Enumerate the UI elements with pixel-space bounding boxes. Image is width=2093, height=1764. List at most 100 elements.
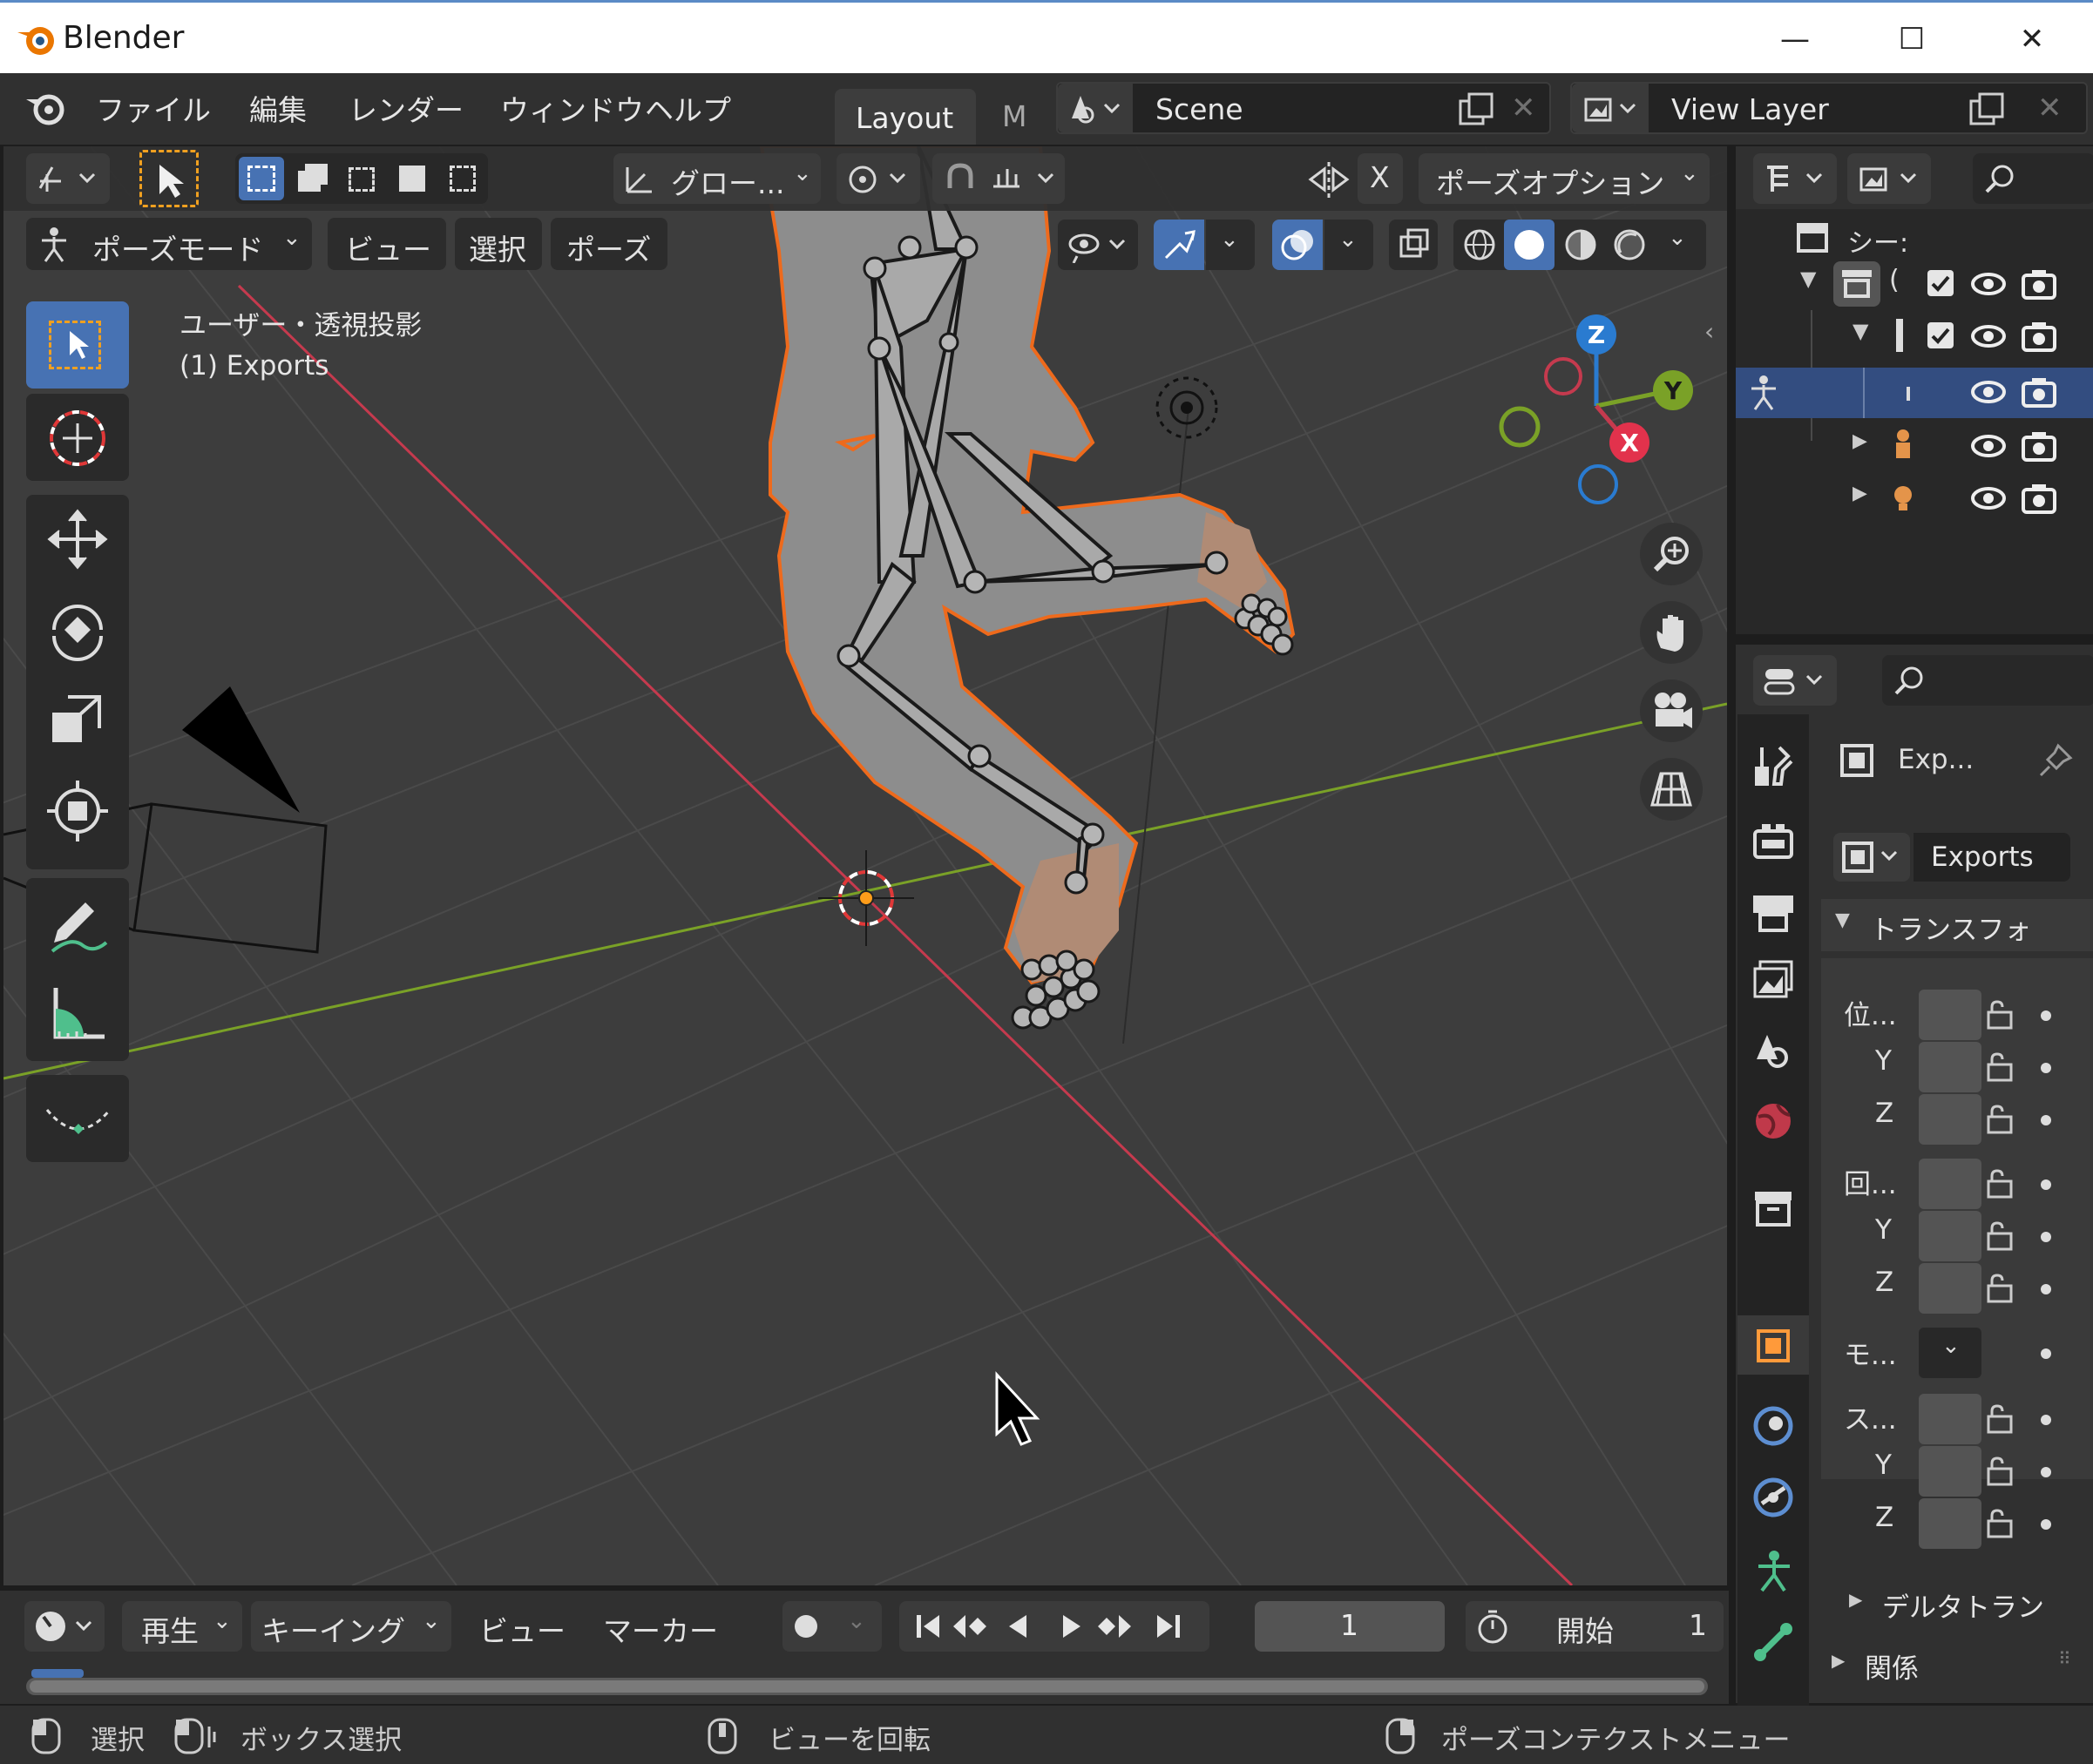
- eye-icon[interactable]: [1969, 267, 2008, 301]
- tab-modeling[interactable]: M: [1002, 99, 1026, 133]
- rotation-z-field[interactable]: [1919, 1263, 1981, 1314]
- visibility-dropdown[interactable]: [1058, 220, 1138, 270]
- menu-select[interactable]: 選択: [455, 218, 542, 270]
- outliner-row-camera[interactable]: ▶: [1736, 420, 2093, 472]
- keying-menu[interactable]: キーイング ⌄: [251, 1601, 451, 1652]
- pivot-point-dropdown[interactable]: [837, 153, 920, 204]
- material-shading-icon[interactable]: [1561, 226, 1600, 263]
- exclude-checkbox[interactable]: [1927, 270, 1954, 296]
- tool-select-box[interactable]: [26, 301, 129, 389]
- perspective-toggle-button[interactable]: [1640, 758, 1703, 821]
- outliner-row-armature-parent[interactable]: ▼: [1736, 310, 2093, 441]
- pin-icon[interactable]: [2035, 740, 2076, 781]
- delete-scene-icon[interactable]: ✕: [1511, 91, 1536, 125]
- render-camera-icon[interactable]: [2020, 375, 2058, 409]
- outliner-filter-dropdown[interactable]: [1847, 153, 1931, 204]
- outliner-search-field[interactable]: [1973, 153, 2093, 204]
- eye-icon[interactable]: [1969, 429, 2008, 463]
- rotation-x-field[interactable]: [1919, 1159, 1981, 1209]
- duplicate-scene-icon[interactable]: [1455, 91, 1499, 129]
- chevron-down-icon[interactable]: ⌄: [847, 1608, 866, 1634]
- rotation-y-field[interactable]: [1919, 1211, 1981, 1261]
- rotation-mode-dropdown[interactable]: ⌄: [1919, 1328, 1981, 1378]
- close-button[interactable]: ✕: [1971, 3, 2093, 76]
- collapse-arrow-icon[interactable]: ▶: [1853, 483, 1867, 504]
- bone-tab-icon[interactable]: [1750, 1620, 1797, 1667]
- menu-window[interactable]: ウィンドウ: [500, 87, 644, 129]
- collection-tab-icon[interactable]: [1750, 1185, 1797, 1232]
- view-layer-name[interactable]: View Layer: [1671, 92, 1829, 126]
- outliner-row-light[interactable]: ▶: [1736, 472, 2093, 524]
- annotate-icon[interactable]: [45, 890, 110, 955]
- tool-cursor[interactable]: [26, 394, 129, 481]
- location-z-field[interactable]: [1919, 1094, 1981, 1145]
- maximize-button[interactable]: ☐: [1851, 3, 1973, 76]
- outliner-display-mode-dropdown[interactable]: [1753, 153, 1837, 204]
- render-camera-icon[interactable]: [2020, 319, 2058, 354]
- menu-render[interactable]: レンダー: [349, 87, 464, 129]
- menu-pose[interactable]: ポーズ: [551, 218, 667, 270]
- world-tab-icon[interactable]: [1750, 1098, 1797, 1145]
- duplicate-view-layer-icon[interactable]: [1966, 91, 2009, 129]
- delete-view-layer-icon[interactable]: ✕: [2037, 91, 2063, 125]
- current-frame-field[interactable]: 1: [1255, 1601, 1445, 1652]
- playhead-indicator[interactable]: [31, 1669, 84, 1678]
- blender-menu-icon[interactable]: [24, 89, 68, 129]
- overlays-options-dropdown[interactable]: ⌄: [1324, 220, 1373, 270]
- scene-type-dropdown[interactable]: [1058, 84, 1133, 132]
- scene-collection-label[interactable]: シー:: [1847, 221, 1908, 260]
- pose-options-dropdown[interactable]: ポーズオプション ⌄: [1419, 153, 1710, 204]
- mirror-x-toggle[interactable]: X: [1358, 153, 1403, 204]
- gizmo-options-dropdown[interactable]: ⌄: [1206, 220, 1255, 270]
- render-camera-icon[interactable]: [2020, 429, 2058, 463]
- rotate-icon[interactable]: [45, 598, 110, 662]
- editor-type-dropdown[interactable]: [1753, 655, 1837, 706]
- render-camera-icon[interactable]: [2020, 481, 2058, 516]
- scale-z-field[interactable]: [1919, 1498, 1981, 1549]
- eye-icon[interactable]: [1969, 319, 2008, 354]
- object-browse-dropdown[interactable]: [1833, 833, 1910, 882]
- expand-arrow-icon[interactable]: ▼: [1853, 319, 1868, 343]
- scale-x-field[interactable]: [1919, 1394, 1981, 1444]
- view-layer-tab-icon[interactable]: [1750, 956, 1797, 1004]
- menu-help[interactable]: ヘルプ: [645, 87, 731, 129]
- snap-group[interactable]: [932, 153, 1065, 204]
- exclude-checkbox[interactable]: [1927, 322, 1954, 348]
- mode-selector[interactable]: ポーズモード ⌄: [26, 218, 312, 270]
- timeline-scrollbar-thumb[interactable]: [30, 1680, 1704, 1693]
- shading-chevron-icon[interactable]: ⌄: [1668, 225, 1687, 251]
- menu-view[interactable]: ビュー: [328, 218, 446, 270]
- mode-difference-button[interactable]: [390, 157, 436, 200]
- scale-y-field[interactable]: [1919, 1446, 1981, 1497]
- minimize-button[interactable]: —: [1734, 3, 1856, 76]
- relations-panel-header[interactable]: ▶ 関係 ⠿: [1821, 1638, 2093, 1690]
- tool-curve[interactable]: [26, 1075, 129, 1162]
- output-tab-icon[interactable]: [1750, 889, 1797, 936]
- mode-subtract-button[interactable]: [340, 157, 385, 200]
- scene-selector[interactable]: Scene ✕: [1056, 82, 1551, 134]
- zoom-button[interactable]: [1640, 523, 1703, 585]
- record-icon[interactable]: [795, 1615, 817, 1638]
- location-x-field[interactable]: [1919, 990, 1981, 1040]
- expand-arrow-icon[interactable]: ▼: [1800, 267, 1816, 291]
- menu-file[interactable]: ファイル: [96, 87, 211, 129]
- navigation-gizmo[interactable]: Z Y X: [1488, 310, 1697, 510]
- scene-tab-icon[interactable]: [1750, 1028, 1797, 1075]
- location-y-field[interactable]: [1919, 1042, 1981, 1092]
- transform-orientation-dropdown[interactable]: グロー... ⌄: [613, 153, 821, 204]
- object-data-armature-tab-icon[interactable]: [1750, 1549, 1797, 1596]
- select-tool-header-button[interactable]: [139, 150, 199, 207]
- menu-edit[interactable]: 編集: [249, 87, 307, 129]
- mode-intersect-button[interactable]: [441, 157, 486, 200]
- sidebar-toggle-icon[interactable]: ‹: [1704, 317, 1714, 346]
- transform-pivot-dropdown[interactable]: [26, 153, 110, 204]
- drag-handle-icon[interactable]: ⠿: [2058, 1648, 2071, 1669]
- physics-tab-icon[interactable]: [1750, 1402, 1797, 1450]
- xray-toggle[interactable]: [1389, 220, 1438, 270]
- eye-icon[interactable]: [1969, 481, 2008, 516]
- object-tab-active[interactable]: [1737, 1315, 1809, 1375]
- solid-shading-button[interactable]: [1504, 220, 1555, 270]
- gizmo-toggle[interactable]: [1154, 220, 1204, 270]
- outliner-row-armature-selected[interactable]: [1736, 368, 2093, 418]
- timeline-editor-type-dropdown[interactable]: [24, 1601, 105, 1652]
